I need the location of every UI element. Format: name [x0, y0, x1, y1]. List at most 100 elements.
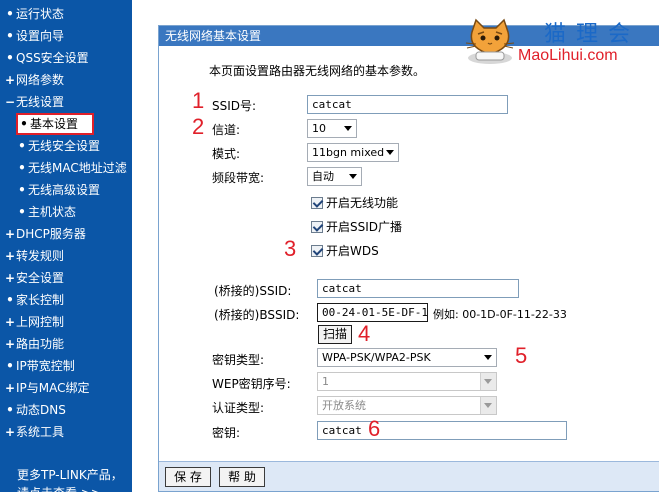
sidebar-item-wireless[interactable]: −无线设置	[4, 92, 64, 112]
wep-index-select[interactable]: 1	[317, 372, 497, 391]
bullet-icon: •	[18, 183, 26, 197]
sidebar-item-dhcp[interactable]: +DHCP服务器	[4, 224, 86, 244]
sidebar-item-label: 转发规则	[16, 249, 65, 263]
key-input[interactable]: catcat	[317, 421, 567, 440]
sidebar-item-label: 运行状态	[16, 7, 65, 21]
enable-wireless-checkbox[interactable]	[311, 197, 323, 209]
bandwidth-selected-value: 自动	[312, 170, 334, 183]
bullet-icon: •	[6, 293, 14, 307]
bullet-icon: •	[6, 51, 14, 65]
bridge-bssid-input[interactable]: 00-24-01-5E-DF-1A	[317, 303, 428, 322]
channel-select[interactable]: 10	[307, 119, 357, 138]
help-button[interactable]: 帮 助	[219, 467, 265, 487]
ssid-input[interactable]: catcat	[307, 95, 508, 114]
expand-icon: +	[4, 425, 16, 439]
enable-wds-checkbox[interactable]	[311, 245, 323, 257]
bridge-ssid-input[interactable]: catcat	[317, 279, 519, 298]
sidebar-item-label: 无线安全设置	[28, 139, 101, 153]
channel-selected-value: 10	[312, 122, 326, 135]
sidebar-item-label: IP与MAC绑定	[16, 381, 90, 395]
chevron-down-icon	[349, 174, 357, 179]
sidebar-item-parental-control[interactable]: • 家长控制	[4, 290, 64, 310]
sidebar-item-ddns[interactable]: • 动态DNS	[4, 400, 66, 420]
sidebar-item-label: 主机状态	[28, 205, 77, 219]
cat-mascot-icon	[465, 18, 515, 64]
sidebar-item-label: 系统工具	[16, 425, 65, 439]
scan-button[interactable]: 扫描	[318, 325, 352, 344]
auth-type-select[interactable]: 开放系统	[317, 396, 497, 415]
bullet-icon: •	[18, 205, 26, 219]
sidebar-item-label: 设置向导	[16, 29, 65, 43]
sidebar-item-label: 动态DNS	[16, 403, 66, 417]
chevron-down-icon	[386, 150, 394, 155]
sidebar-item-status[interactable]: • 运行状态	[4, 4, 64, 24]
bandwidth-select[interactable]: 自动	[307, 167, 362, 186]
expand-icon: +	[4, 271, 16, 285]
key-label: 密钥:	[212, 426, 241, 440]
page-description: 本页面设置路由器无线网络的基本参数。	[209, 64, 426, 78]
expand-icon: +	[4, 227, 16, 241]
sidebar-item-ip-mac-binding[interactable]: +IP与MAC绑定	[4, 378, 90, 398]
logo-site-url: MaoLihui.com	[518, 47, 618, 64]
annotation-4: 4	[358, 321, 371, 346]
sidebar-item-bandwidth-control[interactable]: • IP带宽控制	[4, 356, 75, 376]
expand-icon: +	[4, 73, 16, 87]
expand-icon: +	[4, 381, 16, 395]
bullet-icon: •	[6, 403, 14, 417]
sidebar-item-wizard[interactable]: • 设置向导	[4, 26, 64, 46]
mode-select[interactable]: 11bgn mixed	[307, 143, 399, 162]
wep-index-label: WEP密钥序号:	[212, 377, 291, 391]
sidebar-item-network[interactable]: +网络参数	[4, 70, 64, 90]
enable-wireless-option[interactable]: 开启无线功能	[311, 195, 398, 211]
enable-ssid-broadcast-option[interactable]: 开启SSID广播	[311, 219, 402, 235]
bullet-icon: •	[6, 7, 14, 21]
sidebar-item-label: 无线高级设置	[28, 183, 101, 197]
annotation-2: 2	[192, 114, 205, 139]
mode-selected-value: 11bgn mixed	[312, 146, 385, 159]
maolihui-logo: 猫理会 MaoLihui.com	[458, 14, 658, 70]
enable-ssid-broadcast-checkbox[interactable]	[311, 221, 323, 233]
key-type-label: 密钥类型:	[212, 353, 265, 367]
footer-bar: 保 存 帮 助	[159, 461, 659, 491]
sidebar-item-qss[interactable]: • QSS安全设置	[4, 48, 89, 68]
sidebar-item-host-status[interactable]: • 主机状态	[16, 202, 76, 222]
collapse-icon: −	[4, 95, 16, 109]
sidebar-item-label: 无线MAC地址过滤	[28, 161, 127, 175]
chevron-down-icon	[484, 403, 492, 408]
sidebar-item-label: 无线设置	[16, 95, 65, 109]
key-type-select[interactable]: WPA-PSK/WPA2-PSK	[317, 348, 497, 367]
ssid-label: SSID号:	[212, 99, 257, 113]
sidebar-item-wireless-advanced[interactable]: • 无线高级设置	[16, 180, 100, 200]
enable-wds-option[interactable]: 开启WDS	[311, 243, 379, 259]
sidebar-item-forwarding[interactable]: +转发规则	[4, 246, 64, 266]
expand-icon: +	[4, 337, 16, 351]
sidebar-item-system-tools[interactable]: +系统工具	[4, 422, 64, 442]
sidebar-item-security[interactable]: +安全设置	[4, 268, 64, 288]
mode-label: 模式:	[212, 147, 241, 161]
sidebar-item-basic-settings[interactable]: • 基本设置	[16, 113, 94, 135]
enable-wireless-label: 开启无线功能	[326, 196, 399, 210]
more-products-link-text: 请点击查看 >>	[17, 484, 123, 492]
bandwidth-label: 频段带宽:	[212, 171, 265, 185]
wep-index-selected-value: 1	[322, 375, 329, 388]
sidebar-item-label: DHCP服务器	[16, 227, 86, 241]
sidebar-item-routing[interactable]: +路由功能	[4, 334, 64, 354]
chevron-down-icon	[344, 126, 352, 131]
chevron-down-icon	[484, 379, 492, 384]
annotation-1: 1	[192, 88, 205, 113]
save-button[interactable]: 保 存	[165, 467, 211, 487]
key-type-selected-value: WPA-PSK/WPA2-PSK	[322, 351, 431, 364]
sidebar: • 运行状态 • 设置向导 • QSS安全设置 +网络参数 −无线设置 • 基本设置 •…	[0, 0, 132, 492]
sidebar-item-access-control[interactable]: +上网控制	[4, 312, 64, 332]
auth-type-label: 认证类型:	[212, 401, 265, 415]
expand-icon: +	[4, 249, 16, 263]
sidebar-item-wireless-security[interactable]: • 无线安全设置	[16, 136, 100, 156]
more-products-link[interactable]: 更多TP-LINK产品， 请点击查看 >>	[17, 466, 123, 492]
sidebar-item-label: 网络参数	[16, 73, 65, 87]
sidebar-item-mac-filter[interactable]: • 无线MAC地址过滤	[16, 158, 127, 178]
sidebar-item-label: 家长控制	[16, 293, 65, 307]
channel-label: 信道:	[212, 123, 241, 137]
chevron-down-icon	[484, 355, 492, 360]
sidebar-item-label: 路由功能	[16, 337, 65, 351]
annotation-3: 3	[284, 236, 297, 261]
